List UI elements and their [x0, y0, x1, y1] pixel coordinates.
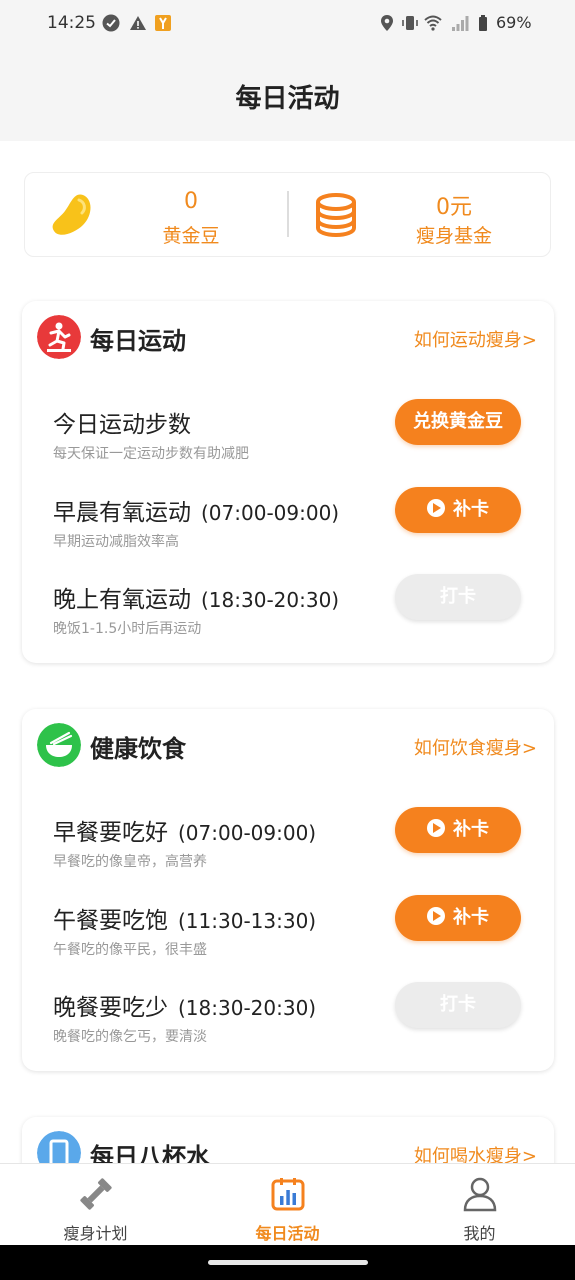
task-lunch: 午餐要吃饱 (11:30-13:30) 午餐吃的像平民，很丰盛 补卡: [53, 895, 523, 971]
task-evening-exercise: 晚上有氧运动 (18:30-20:30) 晚饭1-1.5小时后再运动 打卡: [53, 574, 523, 650]
task-morning-exercise: 早晨有氧运动 (07:00-09:00) 早期运动减脂效率高 补卡: [53, 487, 523, 563]
water-card: 每日八杯水 如何喝水瘦身>: [22, 1117, 554, 1163]
task-name: 午餐要吃饱 (11:30-13:30): [53, 908, 317, 934]
task-time: (11:30-13:30): [178, 909, 317, 933]
exercise-title: 每日运动: [90, 327, 186, 355]
status-time: 14:25: [47, 13, 96, 33]
water-title: 每日八杯水: [90, 1143, 210, 1163]
tab-label: 每日活动: [255, 1224, 320, 1243]
signal-icon: [452, 16, 469, 31]
task-name: 晚上有氧运动 (18:30-20:30): [53, 587, 340, 613]
page-header: 每日活动: [0, 48, 575, 141]
diet-help-link[interactable]: 如何饮食瘦身>: [414, 734, 537, 760]
dumbbell-icon: [80, 1178, 112, 1210]
system-nav-bar: [0, 1245, 575, 1280]
person-icon: [463, 1177, 497, 1212]
task-desc: 早餐吃的像皇帝，高营养: [53, 854, 207, 870]
tab-label: 瘦身计划: [63, 1224, 128, 1243]
play-icon: [427, 907, 445, 925]
exchange-beans-button[interactable]: 兑换黄金豆: [395, 399, 521, 445]
water-help-link[interactable]: 如何喝水瘦身>: [414, 1142, 537, 1163]
bean-icon: [52, 194, 91, 235]
task-steps: 今日运动步数 每天保证一定运动步数有助减肥 兑换黄金豆: [53, 399, 523, 475]
task-desc: 每天保证一定运动步数有助减肥: [53, 446, 249, 462]
tab-label: 我的: [463, 1224, 496, 1243]
task-breakfast: 早餐要吃好 (07:00-09:00) 早餐吃的像皇帝，高营养 补卡: [53, 807, 523, 883]
task-desc: 晚餐吃的像乞丐，要清淡: [53, 1029, 207, 1045]
tab-me[interactable]: 我的: [384, 1164, 575, 1246]
calendar-chart-icon: [271, 1178, 305, 1211]
exercise-icon: [37, 315, 81, 359]
tab-plan[interactable]: 瘦身计划: [0, 1164, 191, 1246]
battery-percent: 69%: [496, 13, 532, 32]
location-icon: [381, 15, 393, 31]
task-time: (18:30-20:30): [178, 996, 317, 1020]
checkin-button[interactable]: 打卡: [395, 574, 521, 620]
bottom-tab-bar: 瘦身计划 每日活动 我的: [0, 1163, 575, 1245]
makeup-checkin-button[interactable]: 补卡: [395, 487, 521, 533]
coins-icon: [316, 193, 356, 237]
diet-title: 健康饮食: [90, 735, 186, 763]
fund-label: 瘦身基金: [415, 225, 492, 247]
play-icon: [427, 819, 445, 837]
vibrate-icon: [402, 16, 418, 30]
task-time: (07:00-09:00): [201, 501, 340, 525]
status-bar: 14:25 69%: [0, 0, 575, 48]
diet-card: 健康饮食 如何饮食瘦身> 早餐要吃好 (07:00-09:00) 早餐吃的像皇帝，…: [22, 709, 554, 1071]
task-desc: 午餐吃的像平民，很丰盛: [53, 942, 207, 958]
task-name: 晚餐要吃少 (18:30-20:30): [53, 995, 317, 1021]
water-cup-icon: [37, 1131, 81, 1163]
wifi-icon: [424, 15, 442, 31]
warning-icon: [130, 16, 146, 30]
checkin-button[interactable]: 打卡: [395, 982, 521, 1028]
exercise-card: 每日运动 如何运动瘦身> 今日运动步数 每天保证一定运动步数有助减肥 兑换黄金豆…: [22, 301, 554, 663]
rewards-summary: 0 黄金豆 0元 瘦身基金: [24, 172, 551, 257]
divider: [287, 191, 289, 237]
tab-daily-activity[interactable]: 每日活动: [192, 1164, 383, 1246]
battery-icon: [479, 15, 487, 31]
exercise-help-link[interactable]: 如何运动瘦身>: [414, 326, 537, 352]
task-time: (18:30-20:30): [201, 588, 340, 612]
task-desc: 早期运动减脂效率高: [53, 534, 179, 550]
home-gesture-handle[interactable]: [208, 1260, 368, 1265]
page-title: 每日活动: [235, 84, 340, 114]
content-scroll[interactable]: 0 黄金豆 0元 瘦身基金 每日运动 如何运动瘦身> 今日运动步数 每天保证一定…: [0, 141, 575, 1163]
makeup-checkin-button[interactable]: 补卡: [395, 807, 521, 853]
task-name: 早餐要吃好 (07:00-09:00): [53, 820, 317, 846]
check-circle-icon: [102, 14, 120, 32]
app-notification-icon: [155, 15, 171, 31]
task-name: 今日运动步数: [53, 412, 191, 438]
task-time: (07:00-09:00): [178, 821, 317, 845]
task-name: 早晨有氧运动 (07:00-09:00): [53, 500, 340, 526]
task-desc: 晚饭1-1.5小时后再运动: [53, 621, 202, 637]
fund-value: 0元: [436, 195, 472, 220]
bowl-icon: [37, 723, 81, 767]
beans-value: 0: [184, 189, 198, 214]
task-dinner: 晚餐要吃少 (18:30-20:30) 晚餐吃的像乞丐，要清淡 打卡: [53, 982, 523, 1058]
play-icon: [427, 499, 445, 517]
beans-label: 黄金豆: [162, 225, 220, 247]
makeup-checkin-button[interactable]: 补卡: [395, 895, 521, 941]
